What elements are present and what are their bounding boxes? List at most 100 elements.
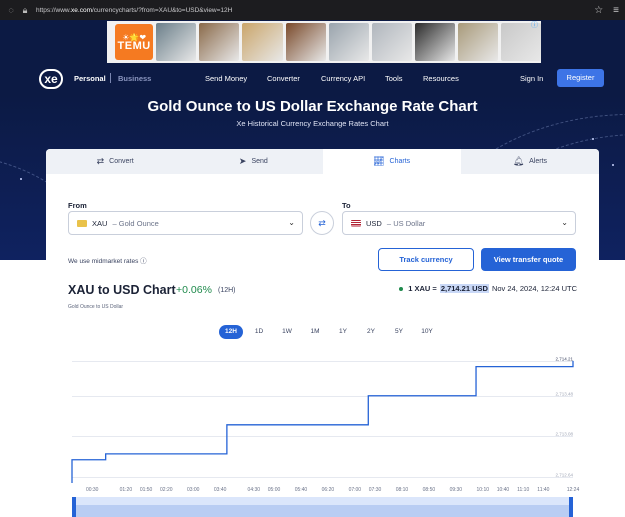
navigator-handle[interactable] bbox=[72, 497, 76, 517]
send-icon: ➤ bbox=[238, 156, 247, 166]
tab-label: Send bbox=[251, 158, 268, 165]
register-button[interactable]: Register bbox=[557, 69, 604, 87]
x-tick-label: 02:20 bbox=[160, 487, 173, 493]
ad-content[interactable]: ☀🌟❤ TEMU ⓘ bbox=[107, 21, 541, 63]
chevron-down-icon: ⌄ bbox=[561, 218, 568, 227]
nav-personal[interactable]: Personal bbox=[74, 74, 106, 83]
page-title: Gold Ounce to US Dollar Exchange Rate Ch… bbox=[147, 98, 478, 115]
y-tick-label: 2,713.48 bbox=[555, 392, 573, 397]
x-tick-label: 11:10 bbox=[517, 487, 529, 493]
rate-change-period: (12H) bbox=[218, 287, 236, 294]
chart-icon: 📈︎ bbox=[373, 156, 385, 166]
rate-timestamp: Nov 24, 2024, 12:24 UTC bbox=[491, 284, 577, 293]
sign-in-link[interactable]: Sign In bbox=[520, 74, 543, 83]
navigator-series-area bbox=[72, 505, 573, 517]
period-1d[interactable]: 1D bbox=[247, 325, 271, 339]
x-tick-label: 04:30 bbox=[248, 487, 261, 493]
from-currency-select[interactable]: XAU – Gold Ounce ⌄ bbox=[68, 211, 303, 235]
shield-icon[interactable]: ◌ bbox=[6, 5, 16, 15]
period-selector: 12H 1D 1W 1M 1Y 2Y 5Y 10Y bbox=[219, 325, 439, 339]
ad-product-image[interactable] bbox=[285, 23, 326, 61]
info-icon[interactable]: ⓘ bbox=[531, 22, 539, 30]
bell-icon: 🔔︎ bbox=[512, 156, 525, 166]
x-tick-label: 10:40 bbox=[497, 487, 510, 493]
from-label: From bbox=[68, 201, 87, 210]
x-tick-label: 10:10 bbox=[477, 487, 490, 493]
x-tick-label: 05:40 bbox=[295, 487, 308, 493]
browser-toolbar: ◌ 🔒︎ https://www.xe.com/currencycharts/?… bbox=[0, 0, 625, 20]
lock-icon: 🔒︎ bbox=[22, 5, 28, 15]
rate-change: +0.06% bbox=[176, 284, 212, 296]
x-tick-label: 08:50 bbox=[423, 487, 436, 493]
period-1y[interactable]: 1Y bbox=[331, 325, 355, 339]
rate-value: 2,714.21 USD bbox=[439, 284, 489, 293]
bookmark-star-icon[interactable]: ☆ bbox=[594, 5, 603, 16]
tab-convert[interactable]: ⇄ Convert bbox=[46, 149, 185, 174]
x-tick-label: 12:24 bbox=[567, 487, 580, 493]
period-2y[interactable]: 2Y bbox=[359, 325, 383, 339]
y-tick-label: 2,714.21 bbox=[555, 357, 573, 362]
midmarket-note: We use midmarket rates ⓘ bbox=[68, 258, 147, 265]
y-tick-label: 2,713.08 bbox=[555, 432, 573, 437]
chevron-down-icon: ⌄ bbox=[288, 218, 295, 227]
rate-chart[interactable]: 2,714.21 2,713.48 2,713.08 2,712.64 00:30 01:… bbox=[46, 345, 599, 517]
nav-converter[interactable]: Converter bbox=[267, 74, 300, 83]
nav-divider bbox=[110, 73, 111, 83]
nav-currency-api[interactable]: Currency API bbox=[321, 74, 365, 83]
x-tick-label: 01:50 bbox=[140, 487, 153, 493]
menu-icon[interactable]: ≡ bbox=[613, 5, 619, 16]
ad-banner: ☀🌟❤ TEMU ⓘ bbox=[0, 20, 625, 64]
temu-logo[interactable]: ☀🌟❤ TEMU bbox=[115, 24, 154, 60]
x-tick-label: 08:10 bbox=[396, 487, 409, 493]
nav-business[interactable]: Business bbox=[118, 74, 151, 83]
from-currency-code: XAU bbox=[92, 218, 108, 228]
tab-label: Convert bbox=[109, 158, 134, 165]
live-indicator-icon bbox=[399, 286, 404, 291]
period-10y[interactable]: 10Y bbox=[415, 325, 439, 339]
x-tick-label: 03:40 bbox=[214, 487, 227, 493]
address-bar[interactable]: https://www.xe.com/currencycharts/?from=… bbox=[36, 7, 594, 14]
temu-logo-text: TEMU bbox=[117, 40, 151, 52]
decorative-dot bbox=[592, 138, 594, 140]
to-currency-code: USD bbox=[366, 218, 382, 228]
page-subtitle: Xe Historical Currency Exchange Rates Ch… bbox=[236, 119, 389, 128]
tab-bar: ⇄ Convert ➤ Send 📈︎ Charts 🔔︎ Alerts bbox=[46, 149, 599, 174]
current-rate: 1 XAU = 2,714.21 USD Nov 24, 2024, 12:24… bbox=[399, 284, 577, 293]
info-icon[interactable]: ⓘ bbox=[140, 258, 147, 265]
ad-product-image[interactable] bbox=[328, 23, 369, 61]
nav-send-money[interactable]: Send Money bbox=[205, 74, 247, 83]
view-transfer-quote-button[interactable]: View transfer quote bbox=[481, 248, 576, 271]
track-currency-button[interactable]: Track currency bbox=[378, 248, 474, 271]
navigator-handle[interactable] bbox=[569, 497, 573, 517]
period-1w[interactable]: 1W bbox=[275, 325, 299, 339]
ad-product-image[interactable] bbox=[371, 23, 412, 61]
ad-product-image[interactable] bbox=[199, 23, 240, 61]
rate-series-line[interactable] bbox=[71, 360, 574, 483]
swap-currencies-button[interactable]: ⇄ bbox=[310, 211, 334, 235]
y-tick-label: 2,712.64 bbox=[555, 473, 573, 478]
decorative-dot bbox=[20, 178, 22, 180]
x-tick-label: 06:20 bbox=[322, 487, 335, 493]
convert-icon: ⇄ bbox=[96, 156, 105, 166]
chart-title: XAU to USD Chart bbox=[68, 283, 176, 297]
nav-resources[interactable]: Resources bbox=[423, 74, 459, 83]
period-1m[interactable]: 1M bbox=[303, 325, 327, 339]
period-12h[interactable]: 12H bbox=[219, 325, 243, 339]
x-tick-label: 05:00 bbox=[268, 487, 281, 493]
tab-alerts[interactable]: 🔔︎ Alerts bbox=[460, 149, 599, 174]
ad-product-image[interactable] bbox=[414, 23, 455, 61]
ad-product-image[interactable] bbox=[457, 23, 498, 61]
xe-logo[interactable]: xe bbox=[39, 69, 63, 89]
gold-flag-icon bbox=[77, 219, 87, 227]
to-currency-select[interactable]: USD – US Dollar ⌄ bbox=[342, 211, 576, 235]
tab-send[interactable]: ➤ Send bbox=[184, 149, 323, 174]
tab-label: Charts bbox=[389, 158, 411, 165]
to-label: To bbox=[342, 201, 351, 210]
converter-card: ⇄ Convert ➤ Send 📈︎ Charts 🔔︎ Alerts From XA… bbox=[46, 149, 599, 517]
nav-tools[interactable]: Tools bbox=[385, 74, 403, 83]
period-5y[interactable]: 5Y bbox=[387, 325, 411, 339]
ad-product-image[interactable] bbox=[156, 23, 197, 61]
ad-product-image[interactable] bbox=[242, 23, 283, 61]
swap-icon: ⇄ bbox=[318, 218, 326, 228]
tab-charts[interactable]: 📈︎ Charts bbox=[322, 149, 461, 174]
